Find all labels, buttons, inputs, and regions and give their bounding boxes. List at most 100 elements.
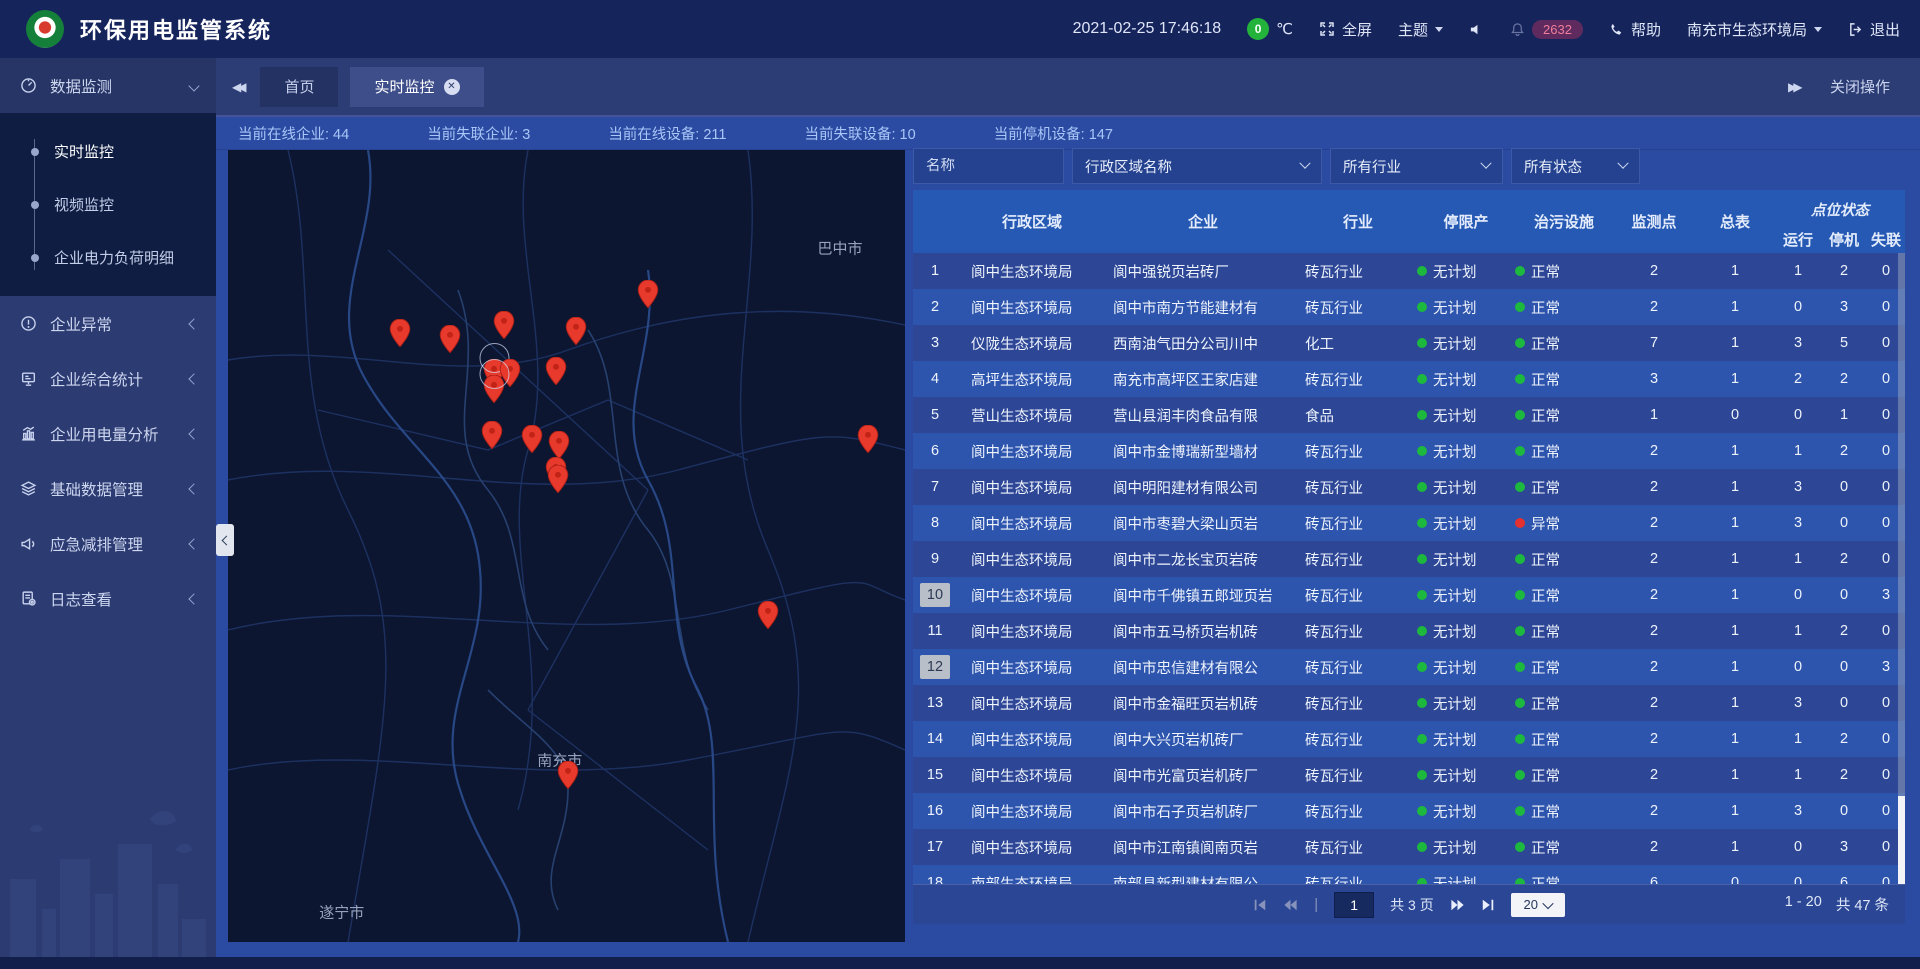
table-row[interactable]: 11阆中生态环境局阆中市五马桥页岩机砖砖瓦行业无计划正常21120: [913, 613, 1905, 649]
sidebar-item-log-view[interactable]: 日志查看: [0, 571, 216, 626]
page-size-select[interactable]: 20: [1511, 893, 1565, 917]
close-operations-button[interactable]: 关闭操作: [1830, 76, 1890, 97]
name-filter-input[interactable]: [926, 158, 1051, 174]
table-row[interactable]: 7阆中生态环境局阆中明阳建材有限公司砖瓦行业无计划正常21300: [913, 469, 1905, 505]
table-row[interactable]: 2阆中生态环境局阆中市南方节能建材有砖瓦行业无计划正常21030: [913, 289, 1905, 325]
cell-company: 阆中市南方节能建材有: [1107, 297, 1299, 318]
cell-company: 营山县润丰肉食品有限: [1107, 405, 1299, 426]
tab-scroll-left-icon[interactable]: ◀◀: [232, 80, 248, 94]
table-row[interactable]: 17阆中生态环境局阆中市江南镇阆南页岩砖瓦行业无计划正常21030: [913, 829, 1905, 865]
table-row[interactable]: 18南部生态环境局南部县新型建材有限公砖瓦行业无计划正常60060: [913, 865, 1905, 884]
status-dot: [1515, 482, 1525, 492]
cell-total-meters: 1: [1695, 335, 1775, 351]
status-dot: [1417, 446, 1427, 456]
first-page-button[interactable]: [1253, 898, 1267, 912]
table-row[interactable]: 10阆中生态环境局阆中市千佛镇五郎垭页岩砖瓦行业无计划正常21003: [913, 577, 1905, 613]
status-dot: [1417, 374, 1427, 384]
status-dot: [1515, 806, 1525, 816]
fullscreen-icon: [1319, 21, 1335, 37]
mute-button[interactable]: [1469, 22, 1484, 37]
tab-realtime-monitor[interactable]: 实时监控 ✕: [350, 67, 483, 107]
sidebar-subitem-realtime-monitor[interactable]: 实时监控: [0, 125, 216, 178]
map-pin-icon[interactable]: [565, 317, 586, 350]
sidebar-item-data-monitor[interactable]: 数据监测: [0, 58, 216, 113]
map-pin-icon[interactable]: [482, 421, 503, 454]
stat-item: 当前失联设备: 10: [805, 123, 916, 144]
temperature-value: 0: [1247, 18, 1269, 40]
theme-dropdown[interactable]: 主题: [1398, 19, 1443, 40]
notification-area[interactable]: 2632: [1510, 20, 1583, 39]
map-panel[interactable]: 巴中市南充市遂宁市: [228, 150, 905, 942]
table-row[interactable]: 8阆中生态环境局阆中市枣碧大梁山页岩砖瓦行业无计划异常21300: [913, 505, 1905, 541]
tab-home[interactable]: 首页: [260, 67, 338, 107]
sidebar-item-power-usage-analysis[interactable]: 企业用电量分析: [0, 406, 216, 461]
alert-icon: [20, 315, 37, 332]
table-row[interactable]: 3仪陇生态环境局西南油气田分公司川中化工无计划正常71350: [913, 325, 1905, 361]
page-number-input[interactable]: 1: [1334, 892, 1374, 918]
industry-filter-select[interactable]: 所有行业: [1330, 148, 1503, 184]
scrollbar-thumb[interactable]: [1898, 796, 1905, 884]
table-row[interactable]: 13阆中生态环境局阆中市金福旺页岩机砖砖瓦行业无计划正常21300: [913, 685, 1905, 721]
sidebar-subitem-power-load-detail[interactable]: 企业电力负荷明细: [0, 231, 216, 284]
map-pin-icon[interactable]: [484, 375, 505, 408]
status-dot: [1417, 662, 1427, 672]
map-pin-icon[interactable]: [758, 601, 779, 634]
table-row[interactable]: 4高坪生态环境局南充市高坪区王家店建砖瓦行业无计划正常31220: [913, 361, 1905, 397]
table-row[interactable]: 15阆中生态环境局阆中市光富页岩机砖厂砖瓦行业无计划正常21120: [913, 757, 1905, 793]
table-row[interactable]: 14阆中生态环境局阆中大兴页岩机砖厂砖瓦行业无计划正常21120: [913, 721, 1905, 757]
map-pin-icon[interactable]: [557, 761, 578, 794]
map-pin-icon[interactable]: [389, 319, 410, 352]
map-pin-icon[interactable]: [521, 425, 542, 458]
sidebar-item-base-data-management[interactable]: 基础数据管理: [0, 461, 216, 516]
sidebar-item-enterprise-anomaly[interactable]: 企业异常: [0, 296, 216, 351]
table-row[interactable]: 9阆中生态环境局阆中市二龙长宝页岩砖砖瓦行业无计划正常21120: [913, 541, 1905, 577]
map-pin-icon[interactable]: [547, 465, 568, 498]
app-title: 环保用电监管系统: [80, 13, 272, 45]
sidebar-collapse-handle[interactable]: [216, 524, 234, 556]
fullscreen-button[interactable]: 全屏: [1319, 19, 1372, 40]
table-row[interactable]: 1阆中生态环境局阆中强锐页岩砖厂砖瓦行业无计划正常21120: [913, 253, 1905, 289]
cell-running: 2: [1775, 371, 1821, 387]
col-header-limit-production: 停限产: [1417, 190, 1515, 253]
map-pin-icon[interactable]: [857, 425, 878, 458]
cell-district: 阆中生态环境局: [957, 837, 1107, 858]
cell-company: 南充市高坪区王家店建: [1107, 369, 1299, 390]
last-page-button[interactable]: [1481, 898, 1495, 912]
sidebar-item-emergency-reduction[interactable]: 应急减排管理: [0, 516, 216, 571]
sidebar-subitem-video-monitor[interactable]: 视频监控: [0, 178, 216, 231]
phone-icon: [1609, 22, 1624, 37]
help-button[interactable]: 帮助: [1609, 19, 1661, 40]
region-filter-select[interactable]: 行政区域名称: [1072, 148, 1322, 184]
status-dot: [1417, 266, 1427, 276]
map-pin-icon[interactable]: [494, 311, 515, 344]
stat-item: 当前停机设备: 147: [994, 123, 1113, 144]
cell-industry: 砖瓦行业: [1299, 765, 1417, 786]
cell-pollution-control: 正常: [1515, 405, 1613, 426]
cell-index: 12: [913, 655, 957, 679]
cell-total-meters: 1: [1695, 515, 1775, 531]
map-pin-icon[interactable]: [637, 280, 658, 313]
cell-monitor-points: 2: [1613, 479, 1695, 495]
logout-button[interactable]: 退出: [1848, 19, 1900, 40]
cell-district: 阆中生态环境局: [957, 729, 1107, 750]
status-filter-select[interactable]: 所有状态: [1511, 148, 1640, 184]
board-icon: [20, 370, 37, 387]
map-pin-icon[interactable]: [440, 325, 461, 358]
table-row[interactable]: 16阆中生态环境局阆中市石子页岩机砖厂砖瓦行业无计划正常21300: [913, 793, 1905, 829]
cell-pollution-control: 正常: [1515, 801, 1613, 822]
table-row[interactable]: 12阆中生态环境局阆中市忠信建材有限公砖瓦行业无计划正常21003: [913, 649, 1905, 685]
cell-running: 3: [1775, 803, 1821, 819]
tab-scroll-right-icon[interactable]: ◀◀: [1786, 80, 1802, 94]
table-row[interactable]: 6阆中生态环境局阆中市金博瑞新型墙材砖瓦行业无计划正常21120: [913, 433, 1905, 469]
next-page-button[interactable]: [1450, 898, 1465, 912]
table-row[interactable]: 5营山生态环境局营山县润丰肉食品有限食品无计划正常10010: [913, 397, 1905, 433]
cell-total-meters: 1: [1695, 299, 1775, 315]
map-roads: [228, 150, 905, 942]
previous-page-button[interactable]: [1283, 898, 1298, 912]
name-filter-field[interactable]: [913, 148, 1064, 184]
table-scrollbar[interactable]: [1898, 253, 1905, 884]
map-pin-icon[interactable]: [545, 357, 566, 390]
sidebar-item-enterprise-statistics[interactable]: 企业综合统计: [0, 351, 216, 406]
tab-close-icon[interactable]: ✕: [444, 79, 460, 95]
user-dropdown[interactable]: 南充市生态环境局: [1687, 19, 1822, 40]
